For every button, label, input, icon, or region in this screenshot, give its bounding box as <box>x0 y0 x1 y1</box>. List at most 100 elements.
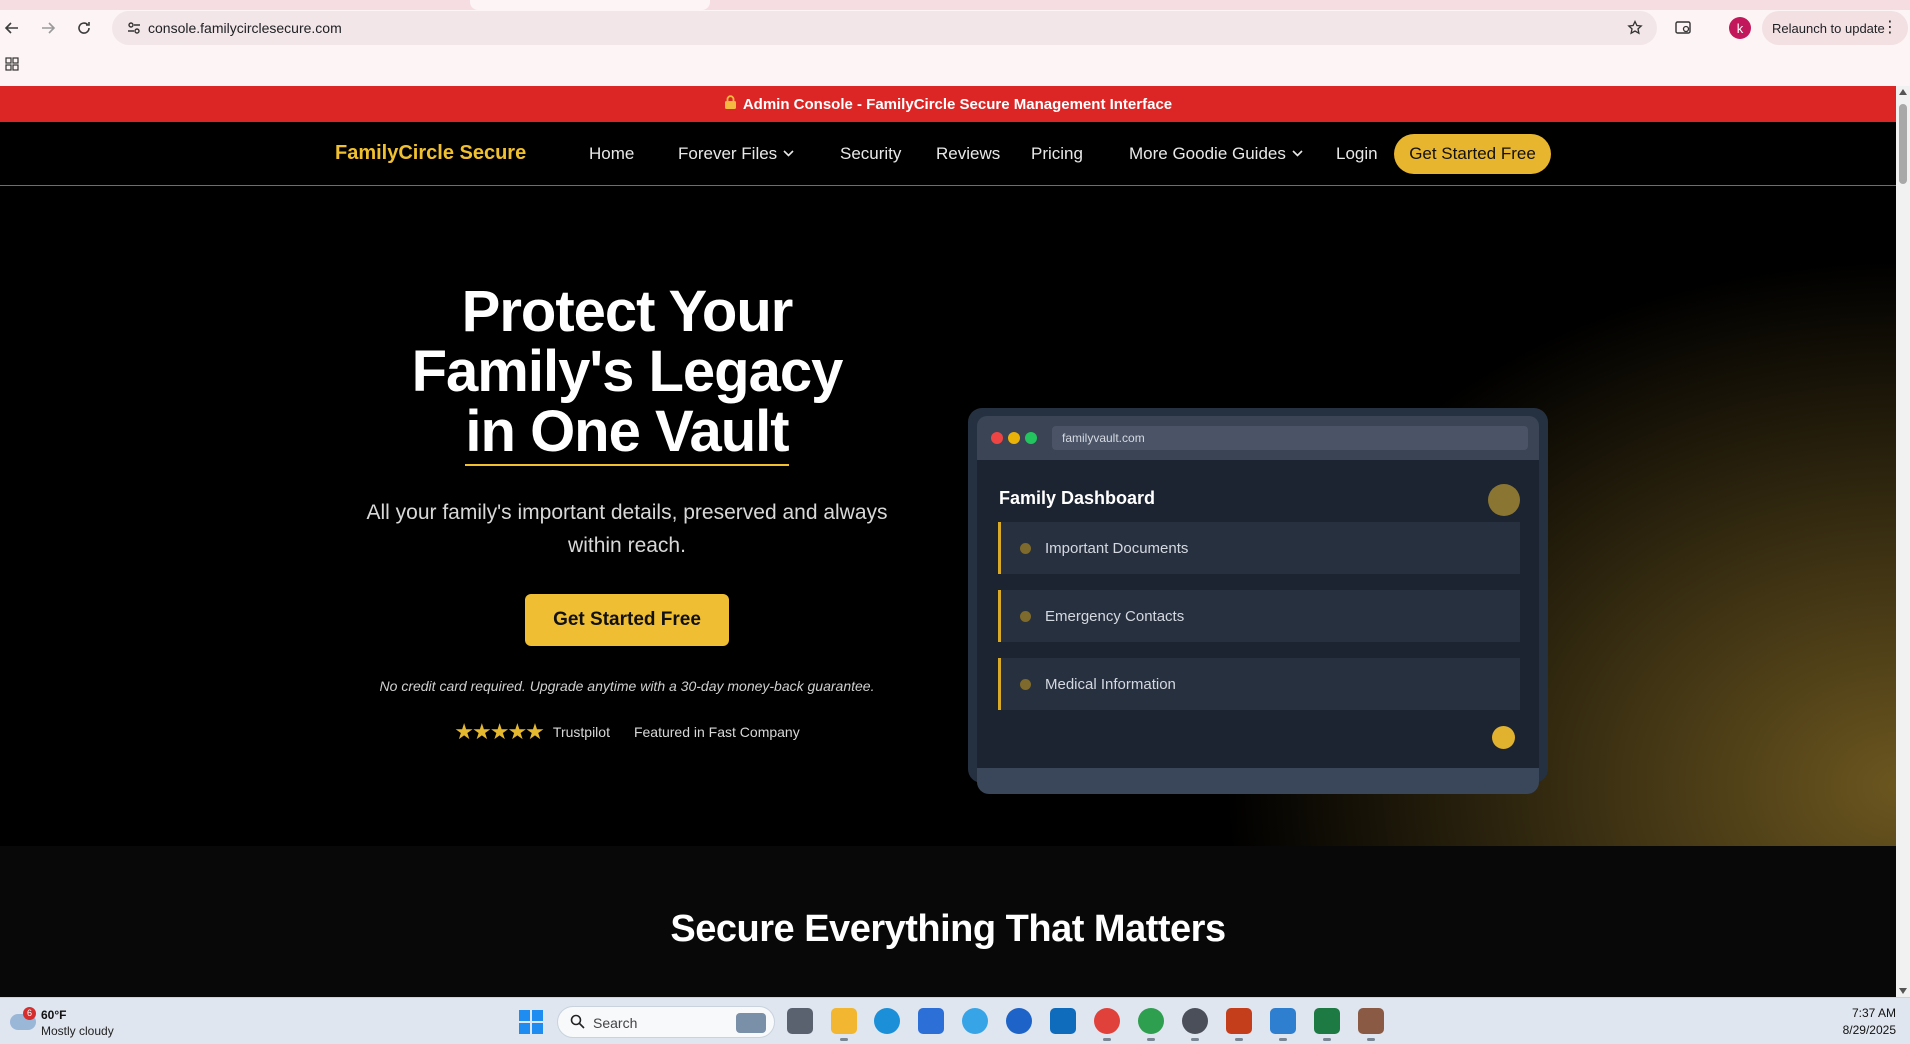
dashboard-mockup: familyvault.com Family Dashboard Importa… <box>968 408 1548 794</box>
weather-widget[interactable]: 6 60°F Mostly cloudy <box>8 1006 128 1038</box>
snipping-tool-icon[interactable] <box>1358 1008 1384 1041</box>
scrollbar-thumb[interactable] <box>1899 104 1907 184</box>
edge-icon[interactable] <box>874 1008 900 1034</box>
media-player-icon[interactable] <box>1182 1008 1208 1041</box>
floating-dot <box>1492 726 1515 749</box>
hero-guarantee-note: No credit card required. Upgrade anytime… <box>379 678 875 694</box>
outlook-icon[interactable] <box>1050 1008 1076 1034</box>
profile-avatar[interactable]: k <box>1729 17 1751 39</box>
maximize-dot-icon <box>1025 432 1037 444</box>
chrome-profile-icon[interactable] <box>1138 1008 1164 1041</box>
clock-time: 7:37 AM <box>1851 1006 1896 1020</box>
notepad-icon[interactable] <box>1270 1008 1296 1041</box>
chevron-down-icon <box>783 148 794 160</box>
mockup-body: Family Dashboard Important Documents Eme… <box>977 460 1539 768</box>
relaunch-label: Relaunch to update <box>1772 20 1885 36</box>
nav-reviews-label: Reviews <box>936 144 1001 163</box>
rating-stars-icon: ★★★★★ <box>454 719 545 744</box>
clock-date: 8/29/2025 <box>1842 1023 1896 1037</box>
nav-security[interactable]: Security <box>840 144 901 164</box>
hero-subtitle: All your family's important details, pre… <box>366 501 888 557</box>
nav-pricing[interactable]: Pricing <box>1031 144 1083 164</box>
bookmark-star-icon[interactable] <box>1623 16 1647 40</box>
windows-start-icon[interactable] <box>519 1010 543 1034</box>
list-item-label: Important Documents <box>1045 539 1189 557</box>
search-label: Search <box>593 1015 638 1031</box>
hp-icon[interactable] <box>1006 1008 1032 1034</box>
help-icon[interactable] <box>962 1008 988 1034</box>
file-explorer-icon[interactable] <box>831 1008 857 1041</box>
nav-forever-files-label: Forever Files <box>678 144 778 163</box>
hero-section: Protect Your Family's Legacy in One Vaul… <box>0 186 1896 846</box>
mockup-base <box>977 768 1539 794</box>
nav-security-label: Security <box>840 144 902 163</box>
page-viewport: Admin Console - FamilyCircle Secure Mana… <box>0 86 1896 997</box>
bullet-icon <box>1020 678 1031 690</box>
apps-grid-icon[interactable] <box>0 52 24 76</box>
relaunch-button[interactable]: Relaunch to update ⋮ <box>1762 11 1908 45</box>
nav-home-label: Home <box>589 144 635 163</box>
page-scrollbar[interactable] <box>1896 86 1910 997</box>
nav-more-guides-label: More Goodie Guides <box>1129 144 1286 163</box>
search-highlight-icon <box>736 1013 766 1033</box>
back-icon[interactable] <box>0 16 24 40</box>
url-text: console.familycirclesecure.com <box>148 20 342 36</box>
weather-condition: Mostly cloudy <box>41 1024 114 1038</box>
brand-logo[interactable]: FamilyCircle Secure <box>335 142 526 165</box>
bullet-icon <box>1020 542 1031 554</box>
chevron-down-icon <box>1292 148 1303 160</box>
hero-get-started-button[interactable]: Get Started Free <box>525 594 729 646</box>
site-info-icon[interactable] <box>122 16 146 40</box>
store-icon[interactable] <box>918 1008 944 1034</box>
close-dot-icon <box>991 432 1003 444</box>
bullet-icon <box>1020 610 1031 622</box>
taskbar-search[interactable]: Search <box>557 1006 775 1038</box>
hero-title: Protect Your Family's Legacy in One Vaul… <box>327 279 927 466</box>
minimize-dot-icon <box>1008 432 1020 444</box>
forward-icon[interactable] <box>36 16 60 40</box>
list-item: Medical Information <box>998 658 1520 710</box>
notification-badge: 6 <box>23 1007 36 1020</box>
rating-source: Trustpilot <box>552 724 610 740</box>
mockup-titlebar: familyvault.com <box>977 416 1539 460</box>
tab-search-icon[interactable] <box>1672 16 1696 40</box>
hero-title-line-1: Protect Your <box>461 279 794 344</box>
active-tab[interactable] <box>470 0 710 10</box>
nav-forever-files[interactable]: Forever Files <box>678 144 794 164</box>
nav-more-guides[interactable]: More Goodie Guides <box>1129 144 1303 164</box>
hero-title-line-3: in One Vault <box>465 399 790 466</box>
excel-icon[interactable] <box>1314 1008 1340 1041</box>
tab-strip <box>0 0 1910 10</box>
weather-temperature: 60°F <box>41 1008 67 1022</box>
nav-login-label: Login <box>1336 144 1378 163</box>
windows-taskbar: 6 60°F Mostly cloudy Search 7:37 AM 8/29… <box>0 997 1910 1044</box>
lock-icon <box>724 94 737 114</box>
bookmarks-bar <box>0 52 40 78</box>
features-title: Secure Everything That Matters <box>670 908 1226 950</box>
features-section: Secure Everything That Matters <box>0 846 1896 997</box>
reload-icon[interactable] <box>72 16 96 40</box>
chrome-icon[interactable] <box>1094 1008 1120 1041</box>
address-bar[interactable]: console.familycirclesecure.com <box>112 11 1657 45</box>
list-item-label: Medical Information <box>1045 675 1176 693</box>
dashboard-title: Family Dashboard <box>999 488 1156 508</box>
nav-pricing-label: Pricing <box>1031 144 1083 163</box>
banner-text: Admin Console - FamilyCircle Secure Mana… <box>742 95 1173 113</box>
browser-chrome: console.familycirclesecure.com k Relaunc… <box>0 0 1910 86</box>
nav-reviews[interactable]: Reviews <box>936 144 1000 164</box>
browser-toolbar: console.familycirclesecure.com k Relaunc… <box>0 10 1910 46</box>
task-view-icon[interactable] <box>787 1008 813 1034</box>
admin-banner: Admin Console - FamilyCircle Secure Mana… <box>0 86 1896 122</box>
dashboard-avatar <box>1488 484 1520 516</box>
nav-home[interactable]: Home <box>589 144 634 164</box>
nav-login[interactable]: Login <box>1336 144 1378 164</box>
scroll-up-icon[interactable] <box>1899 89 1907 95</box>
system-clock[interactable]: 7:37 AM 8/29/2025 <box>1843 1005 1896 1039</box>
scroll-down-icon[interactable] <box>1899 988 1907 994</box>
nav-get-started-button[interactable]: Get Started Free <box>1394 134 1551 174</box>
mockup-url: familyvault.com <box>1052 426 1528 450</box>
list-item: Important Documents <box>998 522 1520 574</box>
powerpoint-icon[interactable] <box>1226 1008 1252 1041</box>
social-proof: ★★★★★ Trustpilot Featured in Fast Compan… <box>327 719 927 745</box>
more-menu-icon[interactable]: ⋮ <box>1882 18 1898 38</box>
